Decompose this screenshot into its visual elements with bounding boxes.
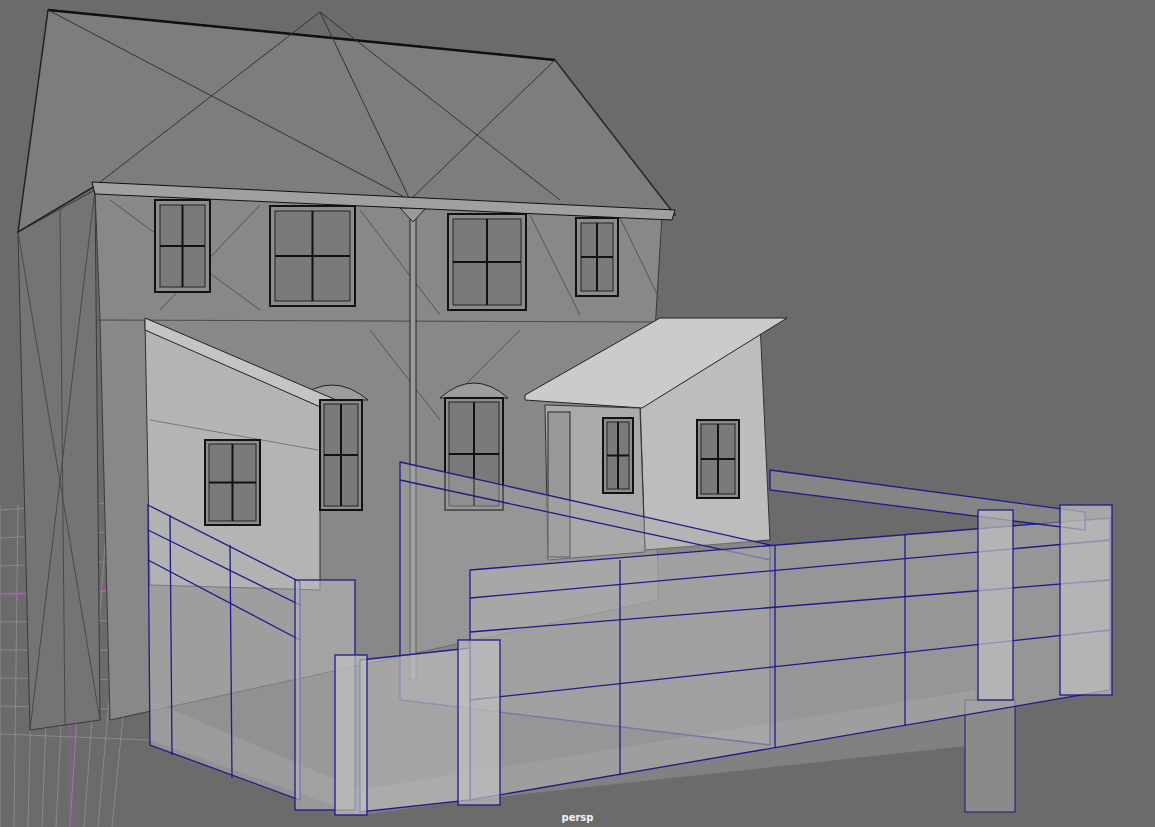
window xyxy=(576,218,618,296)
persp-viewport[interactable]: persp xyxy=(0,0,1155,827)
window xyxy=(320,400,362,510)
fence xyxy=(148,462,1112,815)
window xyxy=(697,420,739,498)
window xyxy=(448,214,526,310)
window xyxy=(155,200,210,292)
house-model[interactable] xyxy=(0,0,1155,827)
upper-windows xyxy=(155,200,618,310)
house-left-side-wall xyxy=(18,190,100,730)
window xyxy=(603,418,633,493)
camera-label: persp xyxy=(0,812,1155,823)
roof xyxy=(18,10,675,232)
window xyxy=(270,206,355,306)
window xyxy=(205,440,260,525)
